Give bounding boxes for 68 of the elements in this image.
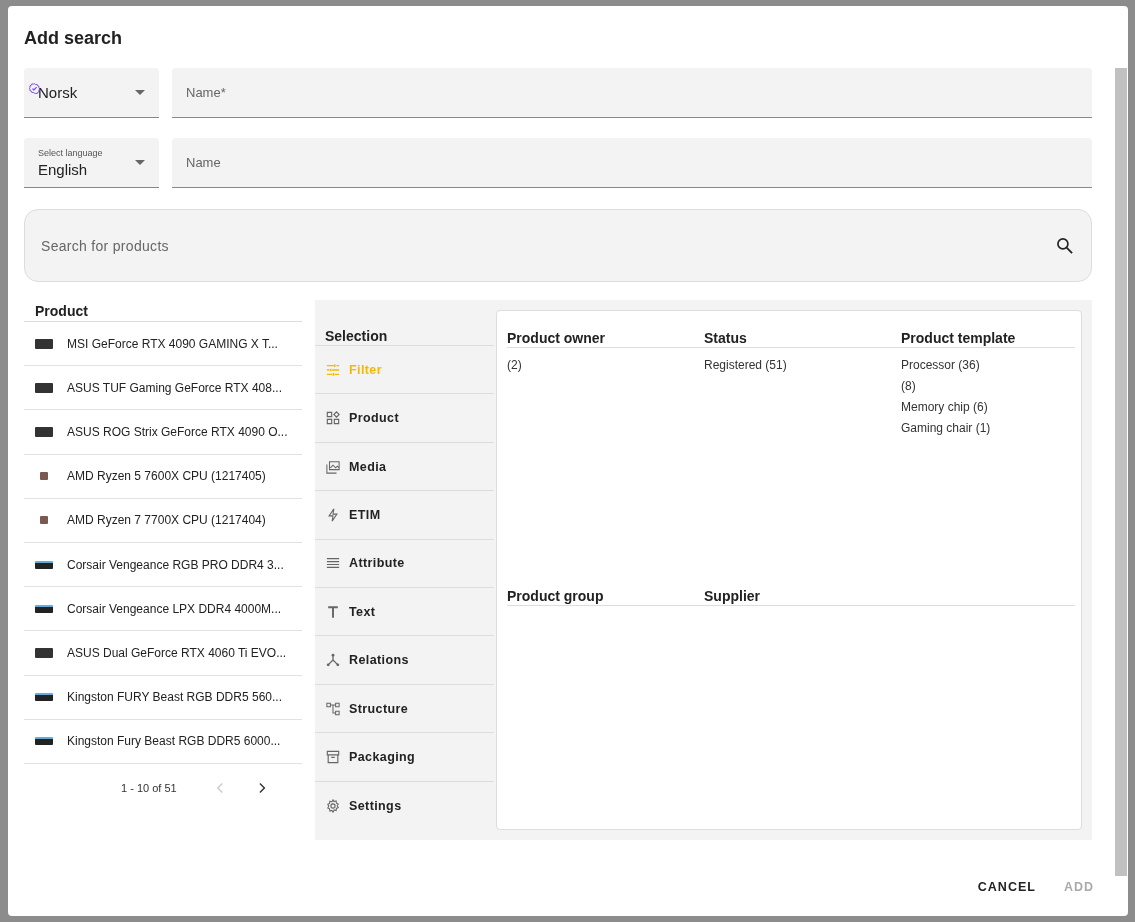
photo-placeholder bbox=[40, 516, 48, 525]
selection-tab[interactable]: Relations bbox=[315, 636, 494, 685]
name-field[interactable]: Name* bbox=[172, 68, 1092, 118]
product-list-item[interactable]: Corsair Vengeance RGB PRO DDR4 3... bbox=[24, 542, 302, 588]
select-label: Select language bbox=[38, 147, 104, 158]
branch-icon bbox=[326, 653, 340, 668]
dropdown-caret-icon bbox=[135, 160, 145, 165]
filter-option[interactable]: Processor (36) bbox=[901, 358, 1075, 372]
letter-icon bbox=[326, 604, 340, 619]
grid-shapes-icon bbox=[326, 411, 340, 426]
photo-placeholder bbox=[35, 604, 53, 613]
filter-heading: Product group bbox=[507, 569, 704, 606]
scrollbar[interactable] bbox=[1115, 68, 1127, 876]
product-list-item[interactable]: MSI GeForce RTX 4090 GAMING X T... bbox=[24, 322, 302, 367]
dialog-title: Add search bbox=[24, 28, 124, 49]
product-list-item[interactable]: AMD Ryzen 5 7600X CPU (1217405) bbox=[24, 454, 302, 499]
filter-heading: Supplier bbox=[704, 569, 901, 606]
selection-tab[interactable]: Packaging bbox=[315, 733, 494, 782]
filter-heading: Product owner bbox=[507, 311, 704, 348]
gear-icon bbox=[326, 798, 340, 813]
selection-tab[interactable]: Settings bbox=[315, 781, 494, 831]
pagination-range: 1 - 10 of 51 bbox=[121, 781, 178, 794]
product-list-item[interactable]: ASUS TUF Gaming GeForce RTX 408... bbox=[24, 366, 302, 411]
language-select[interactable]: Select language English bbox=[24, 138, 159, 188]
filter-heading: Product template bbox=[901, 311, 1075, 348]
selection-tab[interactable]: Attribute bbox=[315, 539, 494, 589]
column-heading: Product bbox=[24, 300, 302, 322]
filter-option[interactable]: (8) bbox=[901, 379, 1075, 393]
photo-placeholder bbox=[40, 472, 48, 481]
selection-tab[interactable]: Structure bbox=[315, 684, 494, 734]
photo-placeholder bbox=[35, 647, 53, 658]
selection-tab[interactable]: ETIM bbox=[315, 491, 494, 540]
lightning-icon bbox=[326, 507, 340, 522]
section-heading: Selection bbox=[315, 310, 494, 346]
product-list-item[interactable]: Kingston FURY Beast RGB DDR5 560... bbox=[24, 675, 302, 720]
language-select[interactable]: Norsk bbox=[24, 68, 159, 118]
dropdown-caret-icon bbox=[135, 90, 145, 95]
photo-placeholder bbox=[35, 426, 53, 437]
selection-tab[interactable]: Text bbox=[315, 588, 494, 637]
filter-option[interactable]: Gaming chair (1) bbox=[901, 421, 1075, 435]
photo-placeholder bbox=[35, 560, 53, 569]
product-list-item[interactable]: Corsair Vengeance LPX DDR4 4000M... bbox=[24, 587, 302, 632]
search-icon[interactable] bbox=[1055, 235, 1075, 256]
photo-placeholder bbox=[35, 693, 53, 702]
photo-placeholder bbox=[35, 338, 53, 349]
product-list-item[interactable]: AMD Ryzen 7 7700X CPU (1217404) bbox=[24, 498, 302, 543]
photo-placeholder bbox=[35, 382, 53, 393]
name-field[interactable]: Name bbox=[172, 138, 1092, 188]
image-stack-icon bbox=[326, 459, 340, 474]
lines-icon bbox=[326, 556, 340, 571]
filter-heading: Status bbox=[704, 311, 901, 348]
filter-option[interactable]: (2) bbox=[507, 358, 704, 372]
cancel-button[interactable]: CANCEL bbox=[969, 874, 1044, 900]
select-value: Norsk bbox=[38, 84, 79, 101]
search-field[interactable]: Search for products bbox=[39, 236, 1055, 255]
hierarchy-icon bbox=[326, 701, 340, 716]
selection-tab[interactable]: Media bbox=[315, 442, 494, 492]
archive-box-icon bbox=[326, 749, 340, 764]
filter-option[interactable]: Registered (51) bbox=[704, 358, 901, 372]
filter-option[interactable]: Memory chip (6) bbox=[901, 400, 1075, 414]
photo-placeholder bbox=[35, 737, 53, 746]
sliders-icon bbox=[326, 362, 340, 377]
selection-tab[interactable]: Product bbox=[315, 394, 494, 443]
product-list-item[interactable]: Kingston Fury Beast RGB DDR5 6000... bbox=[24, 719, 302, 764]
product-list-item[interactable]: ASUS ROG Strix GeForce RTX 4090 O... bbox=[24, 410, 302, 455]
next-page-icon[interactable] bbox=[258, 781, 266, 794]
select-value: English bbox=[38, 160, 89, 178]
product-list-item[interactable]: ASUS Dual GeForce RTX 4060 Ti EVO... bbox=[24, 631, 302, 676]
